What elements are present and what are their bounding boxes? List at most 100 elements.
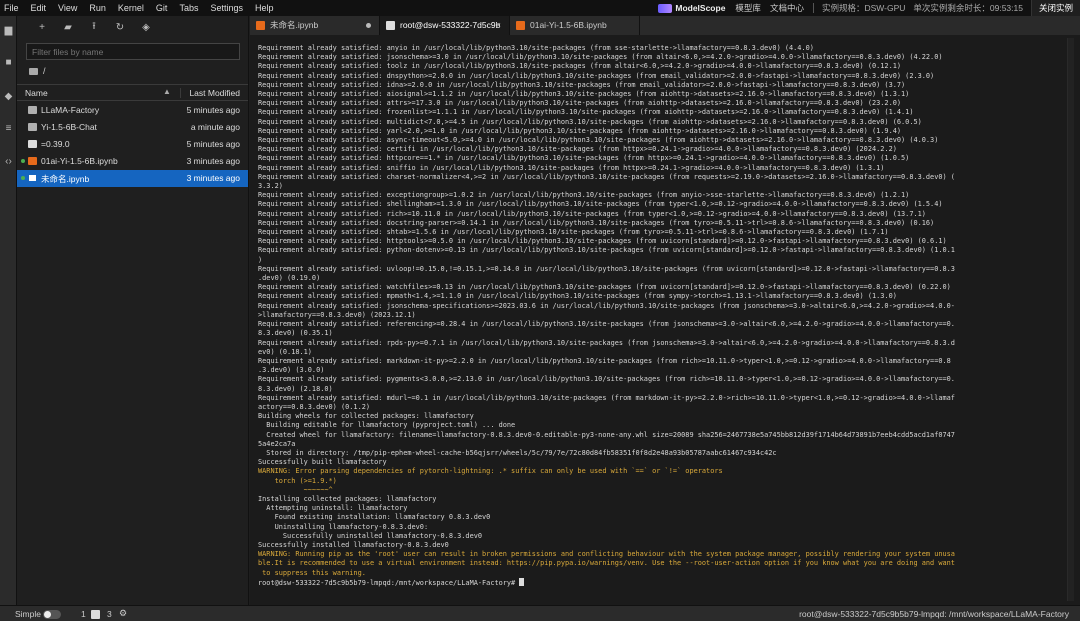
simple-mode-toggle[interactable] bbox=[43, 610, 61, 619]
terminal-line: Successfully built llamafactory bbox=[258, 458, 387, 467]
divider bbox=[812, 3, 814, 13]
close-instance-button[interactable]: 关闭实例 bbox=[1030, 0, 1080, 16]
file-icon bbox=[28, 140, 37, 148]
terminal-line: Requirement already satisfied: httpcore=… bbox=[258, 154, 910, 163]
tab-bar: 未命名.ipynb root@dsw-533322-7d5c9b × 01ai-Y… bbox=[250, 16, 1080, 35]
instance-spec: 实例规格：DSW-GPU bbox=[821, 3, 906, 13]
terminal-prompt: root@dsw-533322-7d5c9b5b79-lmpqd:/mnt/wo… bbox=[258, 578, 520, 587]
notebook-icon bbox=[28, 174, 37, 182]
name-column-header[interactable]: Name bbox=[25, 88, 48, 98]
terminal-line: .dev0) (0.19.0) bbox=[258, 274, 321, 283]
file-row[interactable]: =0.39.0 5 minutes ago bbox=[17, 136, 248, 153]
menu-git[interactable]: Git bbox=[150, 0, 174, 16]
breadcrumb-path: / bbox=[43, 66, 46, 76]
modelscope-logo[interactable]: ModelScope bbox=[658, 3, 725, 13]
terminal-line: 5a4e2ca7a bbox=[258, 439, 296, 448]
model-library-link[interactable]: 模型库 bbox=[735, 2, 761, 14]
terminal-line: Requirement already satisfied: attrs>=17… bbox=[258, 99, 902, 108]
terminal-line: WARNING: Running pip as the 'root' user … bbox=[258, 550, 955, 559]
refresh-icon[interactable]: ↻ bbox=[107, 22, 133, 33]
terminal-cursor bbox=[519, 577, 525, 586]
terminal-prompt-line[interactable]: root@dsw-533322-7d5c9b5b79-lmpqd:/mnt/wo… bbox=[258, 577, 1040, 588]
terminal-line: Requirement already satisfied: aiosignal… bbox=[258, 90, 910, 99]
main-area: 未命名.ipynb root@dsw-533322-7d5c9b × 01ai-Y… bbox=[250, 16, 1080, 605]
terminal-path: root@dsw-533322-7d5c9b5b79-lmpqd: /mnt/w… bbox=[799, 609, 1069, 619]
menu-kernel[interactable]: Kernel bbox=[112, 0, 150, 16]
running-indicator-icon bbox=[21, 159, 25, 163]
file-row[interactable]: Yi-1.5-6B-Chat a minute ago bbox=[17, 119, 248, 136]
folder-icon bbox=[29, 67, 38, 75]
terminal-output[interactable]: Requirement already satisfied: anyio in … bbox=[258, 44, 1040, 604]
menu-settings[interactable]: Settings bbox=[204, 0, 249, 16]
file-browser-toolbar: + ▰ ⭱ ↻ ◈ bbox=[17, 16, 248, 38]
terminal-line: Created wheel for llamafactory: filename… bbox=[258, 430, 955, 439]
menu-run[interactable]: Run bbox=[83, 0, 112, 16]
menu-tabs[interactable]: Tabs bbox=[173, 0, 204, 16]
terminal-line: Requirement already satisfied: exception… bbox=[258, 191, 910, 200]
terminal-line: ) bbox=[258, 255, 263, 264]
last-modified-column-header[interactable]: Last Modified bbox=[180, 88, 240, 98]
remaining-time: 单次实例剩余时长：09:53:15 bbox=[913, 3, 1023, 13]
file-row[interactable]: LLaMA-Factory 5 minutes ago bbox=[17, 102, 248, 119]
running-icon[interactable]: ■ bbox=[2, 56, 15, 69]
file-row[interactable]: 01ai-Yi-1.5-6B.ipynb 3 minutes ago bbox=[17, 153, 248, 170]
file-filter-input[interactable] bbox=[26, 43, 240, 60]
terminal-scrollbar[interactable] bbox=[1067, 38, 1074, 601]
terminal-line: Building editable for llamafactory (pypr… bbox=[258, 421, 516, 430]
tab-terminal[interactable]: root@dsw-533322-7d5c9b × bbox=[380, 16, 510, 35]
file-list-header: Name ▲ Last Modified bbox=[17, 84, 248, 101]
sort-caret-icon: ▲ bbox=[163, 87, 171, 96]
file-name: Yi-1.5-6B-Chat bbox=[41, 122, 97, 132]
menu-edit[interactable]: Edit bbox=[25, 0, 53, 16]
tab-label: 未命名.ipynb bbox=[270, 20, 319, 30]
kernel-count[interactable]: 3 bbox=[107, 609, 112, 619]
upload-icon[interactable]: ⭱ bbox=[81, 19, 107, 36]
terminal-line: Requirement already satisfied: mpmath<1.… bbox=[258, 292, 897, 301]
file-modified-time: 3 minutes ago bbox=[186, 156, 240, 166]
tab-label: root@dsw-533322-7d5c9b bbox=[400, 20, 501, 30]
terminal-line: Successfully uninstalled llamafactory-0.… bbox=[258, 531, 483, 540]
terminal-line: Attempting uninstall: llamafactory bbox=[258, 504, 408, 513]
terminal-line: Requirement already satisfied: dnspython… bbox=[258, 71, 935, 80]
file-row[interactable]: 未命名.ipynb 3 minutes ago bbox=[17, 170, 248, 187]
terminal-line: Requirement already satisfied: frozenlis… bbox=[258, 108, 914, 117]
file-name: =0.39.0 bbox=[41, 139, 70, 149]
terminal-line: Requirement already satisfied: certifi i… bbox=[258, 145, 897, 154]
file-name: LLaMA-Factory bbox=[41, 105, 100, 115]
file-browser-icon[interactable]: ▆ bbox=[2, 24, 15, 37]
new-launcher-icon[interactable]: + bbox=[29, 22, 55, 33]
menu-file[interactable]: File bbox=[0, 0, 25, 16]
file-modified-time: a minute ago bbox=[190, 122, 240, 132]
terminal-count[interactable]: 1 bbox=[81, 609, 86, 619]
menu-view[interactable]: View bbox=[52, 0, 83, 16]
terminal-line: Requirement already satisfied: pygments<… bbox=[258, 375, 955, 384]
terminal-line: WARNING: Error parsing dependencies of p… bbox=[258, 467, 723, 476]
table-of-contents-icon[interactable]: ≡ bbox=[2, 122, 15, 135]
terminal-line: 8.3.dev0) (0.35.1) bbox=[258, 329, 333, 338]
file-name: 01ai-Yi-1.5-6B.ipynb bbox=[41, 156, 118, 166]
menu-help[interactable]: Help bbox=[249, 0, 280, 16]
tab-label: 01ai-Yi-1.5-6B.ipynb bbox=[530, 20, 607, 30]
new-folder-icon[interactable]: ▰ bbox=[55, 22, 81, 33]
simple-mode-label: Simple bbox=[15, 609, 41, 619]
git-icon[interactable]: ◆ bbox=[2, 90, 15, 103]
top-right-bar: ModelScope 模型库 文档中心 实例规格：DSW-GPU 单次实例剩余时… bbox=[658, 0, 1080, 16]
docs-center-link[interactable]: 文档中心 bbox=[770, 2, 804, 14]
terminal-line: Requirement already satisfied: sniffio i… bbox=[258, 163, 885, 172]
notebook-icon bbox=[28, 157, 37, 165]
unsaved-dot-icon[interactable] bbox=[366, 23, 371, 28]
file-modified-time: 5 minutes ago bbox=[186, 105, 240, 115]
extensions-icon[interactable]: ‹› bbox=[2, 155, 15, 168]
running-indicator-icon bbox=[21, 176, 25, 180]
gear-icon[interactable]: ⚙ bbox=[119, 608, 127, 619]
terminal-line: >llamafactory==0.8.3.dev0) (2023.12.1) bbox=[258, 310, 416, 319]
breadcrumb[interactable]: / bbox=[29, 66, 46, 76]
file-modified-time: 5 minutes ago bbox=[186, 139, 240, 149]
git-clone-icon[interactable]: ◈ bbox=[133, 22, 159, 33]
close-tab-icon[interactable]: × bbox=[496, 16, 501, 35]
terminal-line: Requirement already satisfied: anyio in … bbox=[258, 44, 814, 52]
file-modified-time: 3 minutes ago bbox=[186, 173, 240, 183]
terminal-line: Requirement already satisfied: charset-n… bbox=[258, 172, 955, 181]
tab-untitled-notebook[interactable]: 未命名.ipynb bbox=[250, 16, 380, 35]
tab-yi-notebook[interactable]: 01ai-Yi-1.5-6B.ipynb bbox=[510, 16, 640, 35]
